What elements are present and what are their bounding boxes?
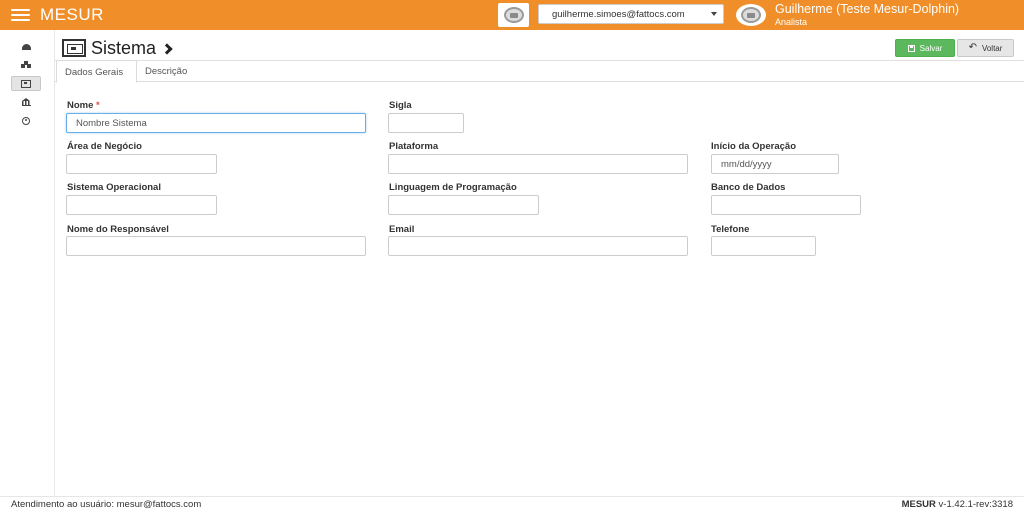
page-title: Sistema [91,37,157,58]
dashboard-icon[interactable] [11,39,41,54]
target-icon[interactable] [11,113,41,128]
back-button[interactable]: ↶ Voltar [957,39,1014,57]
back-button-label: Voltar [981,43,1003,53]
email-input[interactable] [388,236,688,256]
support-contact: Atendimento ao usuário: mesur@fattocs.co… [11,499,202,510]
caret-down-icon [711,12,717,16]
banco-dados-input[interactable] [711,195,861,215]
sigla-label: Sigla [389,100,412,111]
save-button-label: Salvar [919,43,943,53]
version-brand: MESUR [901,499,936,510]
area-negocio-label: Área de Negócio [67,141,142,152]
top-navbar: MESUR guilherme.simoes@fattocs.com Guilh… [0,0,1024,30]
tab-bar: Dados Gerais Descrição [55,60,1024,83]
responsavel-input[interactable] [66,236,366,256]
area-negocio-input[interactable] [66,154,217,174]
nome-input[interactable] [66,113,366,133]
inicio-operacao-date-input[interactable] [711,154,839,174]
sigla-input[interactable] [388,113,464,133]
tab-descricao[interactable]: Descrição [137,60,201,82]
user-name[interactable]: Guilherme (Teste Mesur-Dolphin) [775,2,959,16]
version-info: MESUR v-1.42.1-rev:3318 [902,499,1013,510]
account-select[interactable]: guilherme.simoes@fattocs.com [538,4,724,24]
menu-toggle-icon[interactable] [11,9,30,21]
email-label: Email [389,224,415,235]
telefone-label: Telefone [711,224,750,235]
footer: Atendimento ao usuário: mesur@fattocs.co… [0,496,1024,512]
chevron-right-icon [161,42,173,55]
nome-label: Nome * [67,100,100,111]
responsavel-label: Nome do Responsável [67,224,169,235]
banco-dados-label: Banco de Dados [711,182,786,193]
system-frame-icon[interactable] [11,76,41,91]
plataforma-label: Plataforma [389,141,439,152]
save-button[interactable]: Salvar [895,39,955,57]
reply-arrow-icon: ↶ [968,42,977,53]
app-title[interactable]: MESUR [40,5,104,25]
version-number: v-1.42.1-rev:3318 [938,499,1013,510]
inicio-operacao-label: Início da Operação [711,141,796,152]
institution-icon[interactable] [11,94,41,109]
sistema-operacional-input[interactable] [66,195,217,215]
user-role: Analista [775,17,808,27]
plataforma-input[interactable] [388,154,688,174]
system-frame-icon [62,39,86,57]
floppy-disk-icon [907,44,915,52]
page-header: Sistema [62,37,173,59]
linguagem-label: Linguagem de Programação [389,182,517,193]
linguagem-input[interactable] [388,195,539,215]
sidebar [0,30,55,496]
sistema-operacional-label: Sistema Operacional [67,182,161,193]
organization-logo [498,3,529,27]
telefone-input[interactable] [711,236,816,256]
cubes-icon[interactable] [11,57,41,72]
required-marker: * [96,100,100,111]
tab-dados-gerais[interactable]: Dados Gerais [56,60,137,83]
user-avatar[interactable] [736,4,766,26]
account-email: guilherme.simoes@fattocs.com [552,9,685,20]
